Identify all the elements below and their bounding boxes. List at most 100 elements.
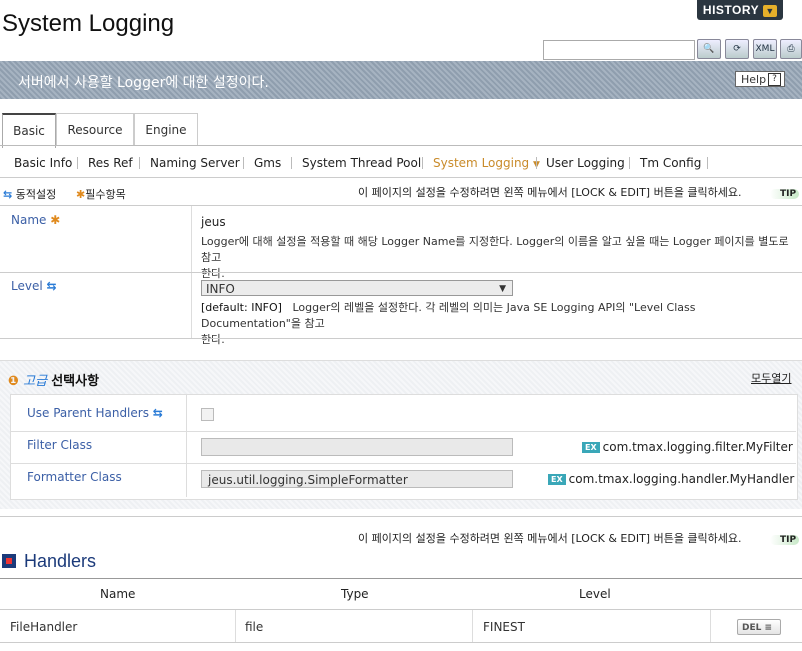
tip-badge-label: TIP [770,535,800,545]
page-title: System Logging [2,10,175,37]
trash-icon: ≡ [764,623,773,633]
tip-badge: TIP [770,185,800,199]
tab-label: Resource [67,123,123,137]
help-label: Help [741,73,767,86]
handlers-tip-text: 이 페이지의 설정을 수정하려면 왼쪽 메뉴에서 [LOCK & EDIT] 버… [358,532,742,545]
filter-class-example-text: com.tmax.logging.filter.MyFilter [602,440,793,454]
table-row[interactable] [0,610,802,642]
info-icon: ❶ [8,374,20,389]
tab-basic[interactable]: Basic [2,113,56,148]
subtab-gms[interactable]: Gms [254,153,281,173]
handlers-title: Handlers [24,551,97,571]
row-divider [0,642,802,643]
divider [77,157,78,169]
row-divider [0,272,802,273]
tab-label: Basic [13,124,45,138]
column-divider [235,610,236,642]
name-description: Logger에 대해 설정을 적용할 때 해당 Logger Name를 지정한… [201,234,796,282]
tip-badge-label: TIP [770,189,800,199]
column-divider [710,610,711,642]
column-divider [186,395,187,497]
refresh-icon: ⟳ [733,44,741,54]
handler-name-cell[interactable]: FileHandler [10,620,77,634]
tab-engine[interactable]: Engine [134,113,198,146]
formatter-class-input[interactable]: jeus.util.logging.SimpleFormatter [201,470,513,488]
level-selected-value: INFO [206,282,235,296]
use-parent-handlers-label: Use Parent Handlers ⇆ [27,406,163,420]
level-select[interactable]: INFO ▼ [201,280,513,296]
help-button[interactable]: Help? [735,71,785,87]
search-icon: 🔍 [703,44,715,54]
tip-text: 이 페이지의 설정을 수정하려면 왼쪽 메뉴에서 [LOCK & EDIT] 버… [358,186,742,199]
formatter-class-example: EX com.tmax.logging.handler.MyHandler [548,472,794,486]
tab-resource[interactable]: Resource [56,113,134,146]
divider [629,157,630,169]
refresh-button[interactable]: ⟳ [725,39,749,59]
advanced-title-text: 선택사항 [51,374,100,389]
tab-label: Engine [145,123,187,137]
chevron-down-icon: ▼ [763,4,778,17]
filter-class-input[interactable] [201,438,513,456]
subtab-naming-server[interactable]: Naming Server [150,153,240,173]
print-icon: ⎙ [787,44,795,54]
subtab-label: System Logging [433,156,530,170]
row-divider [0,516,802,517]
field-label-name: Name ✱ [11,213,60,227]
divider [243,157,244,169]
help-icon: ? [768,73,781,86]
banner-text: 서버에서 사용할 Logger에 대한 설정이다. [18,75,269,91]
delete-handler-button[interactable]: DEL ≡ [737,619,781,635]
expand-all-link[interactable]: 모두열기 [751,370,791,386]
divider [422,157,423,169]
row-divider [10,431,796,432]
subnav-divider [0,177,802,178]
example-badge: EX [548,474,566,485]
use-parent-handlers-checkbox[interactable] [201,408,214,421]
subtab-system-logging[interactable]: System Logging ▼ [433,153,540,175]
subtab-res-ref[interactable]: Res Ref [88,153,133,173]
dynamic-icon: ⇆ [152,406,163,420]
table-top-border [0,578,802,579]
name-description-line: Logger에 대해 설정을 적용할 때 해당 Logger Name를 지정한… [201,235,789,264]
filter-class-example: EX com.tmax.logging.filter.MyFilter [582,440,793,454]
divider [707,157,708,169]
divider [291,157,292,169]
use-parent-handlers-text: Use Parent Handlers [27,406,149,420]
history-label: HISTORY [702,3,760,17]
advanced-title: ❶ 고급 선택사항 [8,370,99,389]
level-default: [default: INFO] [201,301,282,314]
filter-class-label: Filter Class [27,438,93,452]
subtab-system-thread-pool[interactable]: System Thread Pool [302,153,421,173]
dynamic-icon: ⇆ [46,279,57,293]
divider [536,157,537,169]
column-header-name: Name [100,587,136,601]
legend-dynamic: ⇆ 동적설정 [3,186,56,202]
tab-divider [0,145,802,146]
subtab-basic-info[interactable]: Basic Info [14,153,72,173]
legend-required-label: 필수항목 [85,188,126,201]
search-button[interactable]: 🔍 [697,39,721,59]
print-button[interactable]: ⎙ [780,39,802,59]
field-label-level: Level ⇆ [11,279,57,293]
formatter-class-label: Formatter Class [27,470,122,484]
formatter-class-example-text: com.tmax.logging.handler.MyHandler [568,472,795,486]
handler-level-cell: FINEST [483,620,525,634]
row-divider [0,205,802,206]
required-icon: ✱ [76,188,86,201]
history-button[interactable]: HISTORY ▼ [697,0,783,20]
legend-dynamic-label: 동적설정 [15,188,57,201]
search-input[interactable] [543,40,695,60]
section-icon [2,554,16,568]
row-divider [10,463,796,464]
row-divider [0,338,802,339]
xml-button[interactable]: XML [753,39,777,59]
level-label: Level [11,279,43,293]
dropdown-arrow-icon: ▼ [499,284,506,294]
handlers-tip-badge: TIP [770,531,800,545]
subtab-user-logging[interactable]: User Logging [546,153,625,173]
level-description-line: 한다. [201,333,225,346]
level-description: [default: INFO] Logger의 레벨을 설정한다. 각 레벨의 … [201,300,796,348]
divider [139,157,140,169]
subtab-tm-config[interactable]: Tm Config [640,153,701,173]
column-divider [472,610,473,642]
